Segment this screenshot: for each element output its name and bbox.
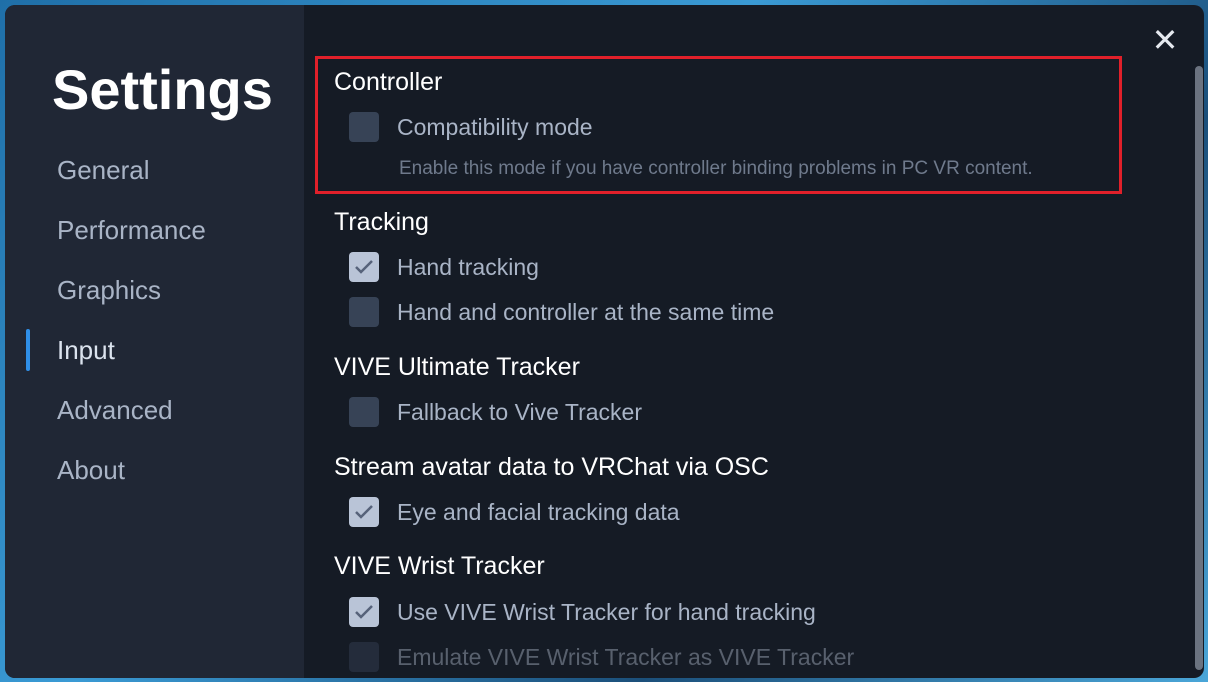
sidebar-item-advanced[interactable]: Advanced [57,395,173,426]
sidebar-item-about[interactable]: About [57,455,125,486]
compatibility-mode-checkbox[interactable]: Compatibility mode [349,112,593,142]
checkbox-box [349,297,379,327]
checkbox-box [349,397,379,427]
section-ultimate-tracker: VIVE Ultimate Tracker [334,353,580,381]
checkbox-box [349,497,379,527]
sidebar: Settings General Performance Graphics In… [5,5,304,678]
check-icon [355,605,373,619]
settings-window: Settings General Performance Graphics In… [5,5,1204,678]
checkbox-label: Use VIVE Wrist Tracker for hand tracking [397,598,816,625]
check-icon [355,260,373,274]
hand-and-controller-checkbox[interactable]: Hand and controller at the same time [349,297,774,327]
sidebar-item-graphics[interactable]: Graphics [57,275,161,306]
use-wrist-tracker-checkbox[interactable]: Use VIVE Wrist Tracker for hand tracking [349,597,816,627]
checkbox-label: Fallback to Vive Tracker [397,398,643,425]
checkbox-label: Hand and controller at the same time [397,298,775,325]
checkbox-box [349,642,379,672]
settings-content: ✕ Controller Compatibility mode Enable t… [304,5,1204,678]
checkbox-box [349,112,379,142]
scrollbar[interactable] [1195,66,1203,670]
emulate-wrist-tracker-checkbox[interactable]: Emulate VIVE Wrist Tracker as VIVE Track… [349,642,854,672]
close-button[interactable]: ✕ [1148,23,1182,57]
section-controller: Controller [334,68,443,96]
page-title: Settings [52,58,273,121]
check-icon [355,505,373,519]
checkbox-label: Emulate VIVE Wrist Tracker as VIVE Track… [397,643,855,670]
active-indicator [26,329,30,371]
sidebar-item-general[interactable]: General [57,155,150,186]
checkbox-box [349,252,379,282]
section-wrist-tracker: VIVE Wrist Tracker [334,552,545,580]
checkbox-label: Compatibility mode [397,113,593,140]
fallback-vive-tracker-checkbox[interactable]: Fallback to Vive Tracker [349,397,642,427]
eye-facial-tracking-checkbox[interactable]: Eye and facial tracking data [349,497,680,527]
close-icon: ✕ [1151,22,1179,58]
hand-tracking-checkbox[interactable]: Hand tracking [349,252,539,282]
sidebar-item-input[interactable]: Input [57,335,115,366]
checkbox-label: Hand tracking [397,253,539,280]
section-tracking: Tracking [334,208,429,236]
sidebar-item-performance[interactable]: Performance [57,215,206,246]
section-osc: Stream avatar data to VRChat via OSC [334,453,769,481]
checkbox-label: Eye and facial tracking data [397,498,680,525]
compatibility-description: Enable this mode if you have controller … [399,158,1033,179]
checkbox-box [349,597,379,627]
